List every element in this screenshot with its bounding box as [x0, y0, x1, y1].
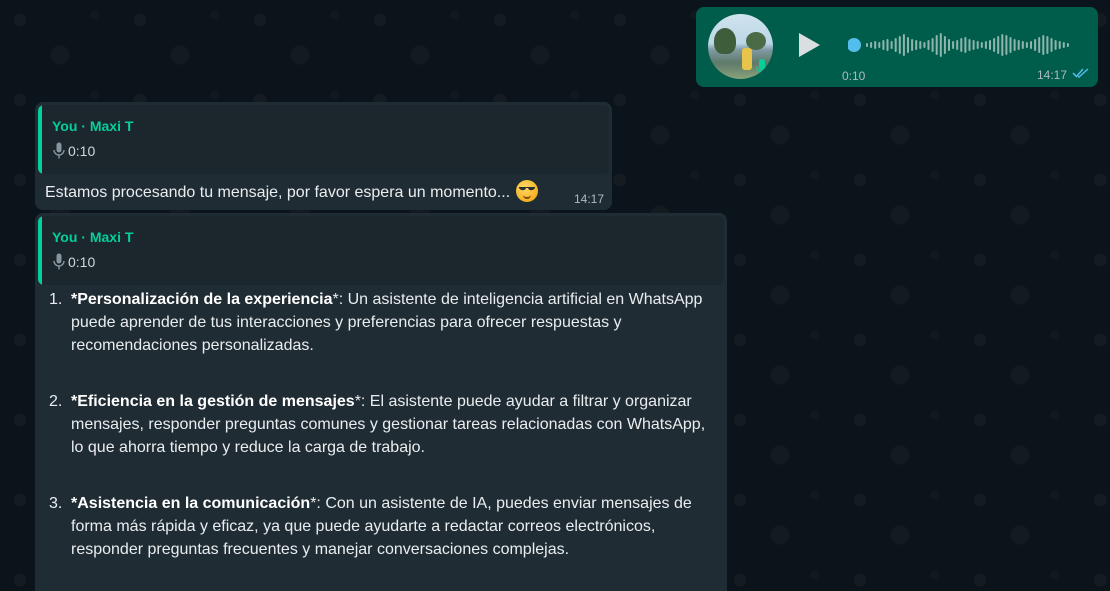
list-text: *Asistencia en la comunicación*: Con un … — [71, 495, 692, 558]
waveform-bar — [1062, 42, 1065, 48]
waveform-bar — [870, 42, 873, 48]
chat-panel: 0:10 14:17 You · Maxi T 0:10 Estamos pro… — [0, 0, 1110, 591]
waveform-bar — [964, 37, 967, 53]
waveform-bar — [931, 38, 934, 52]
waveform-bar — [952, 41, 955, 49]
waveform-bar — [1005, 35, 1008, 55]
list-bold: *Eficiencia en la gestión de mensajes — [71, 393, 355, 410]
list-number: 2. — [49, 393, 63, 410]
waveform-bar — [1054, 40, 1057, 50]
waveform-bar — [935, 35, 938, 55]
quote-duration-text: 0:10 — [68, 253, 96, 270]
waveform-bar — [989, 40, 991, 50]
waveform-bar — [886, 39, 889, 51]
waveform-bar — [919, 41, 922, 49]
waveform-bar — [890, 41, 893, 49]
waveform-bar — [1066, 43, 1069, 47]
mic-icon — [756, 59, 768, 76]
waveform-bar — [943, 36, 946, 54]
waveform-bar — [984, 41, 987, 49]
waveform-bar — [956, 40, 959, 50]
waveform-bar — [1009, 37, 1012, 53]
waveform-bar — [1034, 39, 1037, 51]
numbered-list: 1. *Personalización de la experiencia*: … — [49, 288, 715, 591]
double-check-icon — [1072, 68, 1089, 78]
quoted-message[interactable]: You · Maxi T 0:10 — [38, 216, 724, 285]
waveform-bar — [1030, 41, 1032, 49]
incoming-message[interactable]: You · Maxi T 0:10 Estamos procesando tu … — [35, 102, 612, 210]
message-time: 14:17 — [573, 192, 604, 206]
quote-duration: 0:10 — [53, 142, 95, 159]
waveform-bar — [927, 40, 930, 50]
waveform-bar — [1038, 37, 1041, 53]
audio-waveform[interactable] — [848, 30, 1073, 60]
waveform-bar — [1017, 40, 1020, 50]
waveform-bar — [1025, 42, 1028, 48]
quote-author: You · Maxi T — [52, 229, 134, 245]
waveform-bar — [874, 41, 877, 49]
quoted-message[interactable]: You · Maxi T 0:10 — [38, 105, 609, 174]
waveform-bar — [1050, 38, 1053, 52]
list-number: 3. — [49, 495, 63, 512]
avatar — [708, 14, 773, 79]
quote-duration-text: 0:10 — [68, 142, 96, 159]
quote-author: You · Maxi T — [52, 118, 134, 134]
voice-duration: 0:10 — [842, 69, 866, 83]
mic-icon — [53, 142, 65, 159]
list-item: 1. *Personalización de la experiencia*: … — [49, 288, 715, 357]
list-number: 1. — [49, 291, 63, 308]
waveform-bar — [1046, 36, 1049, 54]
waveform-bar — [902, 34, 905, 56]
list-text: *Personalización de la experiencia*: Un … — [71, 291, 703, 354]
waveform-bar — [911, 39, 914, 51]
incoming-message[interactable]: You · Maxi T 0:10 1. *Personalización de… — [35, 213, 727, 591]
list-bold: *Personalización de la experiencia — [71, 291, 333, 308]
waveform-bar — [968, 39, 971, 51]
list-text: *Eficiencia en la gestión de mensajes*: … — [71, 393, 706, 456]
waveform-bar — [894, 38, 897, 52]
waveform-bar — [907, 37, 909, 53]
waveform-bar — [976, 41, 979, 49]
outgoing-voice-message[interactable]: 0:10 14:17 — [696, 7, 1098, 87]
waveform-bar — [923, 42, 926, 48]
waveform-bar — [1013, 39, 1016, 51]
quote-duration: 0:10 — [53, 253, 95, 270]
waveform-bar — [997, 36, 1000, 54]
play-icon[interactable] — [796, 31, 822, 59]
list-item: 2. *Eficiencia en la gestión de mensajes… — [49, 390, 715, 459]
quote-bar — [38, 105, 42, 174]
waveform-bar — [915, 40, 918, 50]
waveform-bar — [1042, 35, 1045, 55]
list-item: 3. *Asistencia en la comunicación*: Con … — [49, 492, 715, 561]
waveform-bar — [1058, 41, 1061, 49]
waveform-bar — [939, 33, 942, 57]
sunglasses-emoji-icon — [516, 180, 539, 202]
waveform-bar — [993, 38, 996, 52]
message-text: Estamos procesando tu mensaje, por favor… — [45, 180, 539, 202]
mic-icon — [53, 253, 65, 270]
message-time: 14:17 — [1037, 68, 1068, 82]
list-bold: *Asistencia en la comunicación — [71, 495, 311, 512]
waveform-bar — [948, 39, 950, 51]
waveform-bar — [980, 42, 983, 48]
quote-bar — [38, 216, 42, 285]
waveform-bar — [898, 36, 901, 54]
waveform-bar — [960, 38, 963, 52]
waveform-bar — [972, 40, 975, 50]
waveform-bar — [1001, 34, 1004, 56]
message-body: Estamos procesando tu mensaje, por favor… — [45, 184, 511, 201]
waveform-bar — [882, 40, 885, 50]
waveform-bar — [878, 42, 881, 48]
waveform-bar — [1021, 41, 1024, 49]
waveform-bar — [866, 43, 868, 47]
